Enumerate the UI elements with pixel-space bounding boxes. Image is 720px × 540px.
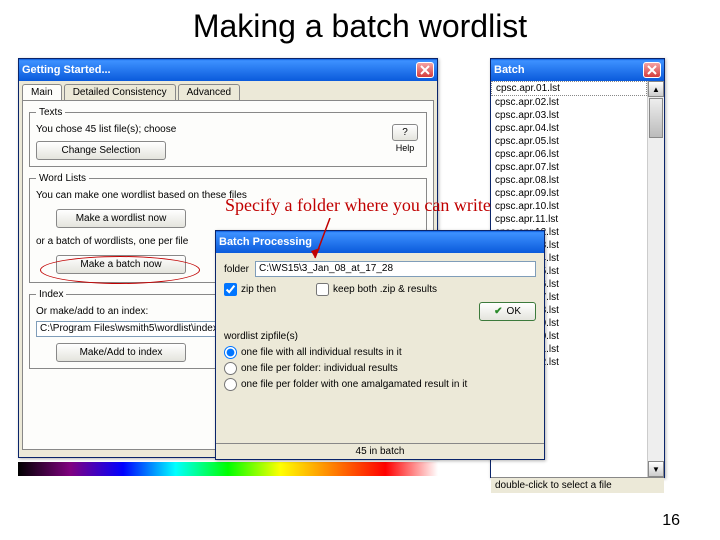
rainbow-bar: [18, 462, 438, 476]
ok-label: OK: [507, 306, 521, 317]
list-item[interactable]: cpsc.apr.10.lst: [491, 200, 647, 213]
tab-main[interactable]: Main: [22, 84, 62, 100]
annotation-text: Specify a folder where you can write: [225, 195, 491, 216]
radio1-label: one file with all individual results in …: [241, 347, 402, 358]
tab-advanced[interactable]: Advanced: [178, 84, 240, 100]
radio-one-file[interactable]: one file with all individual results in …: [224, 346, 402, 359]
tabs: Main Detailed Consistency Advanced: [19, 81, 437, 100]
close-icon[interactable]: [416, 62, 434, 78]
list-item[interactable]: cpsc.apr.07.lst: [491, 161, 647, 174]
scrollbar[interactable]: ▲ ▼: [648, 81, 664, 477]
zip-then-checkbox[interactable]: zip then: [224, 283, 276, 296]
keep-both-label: keep both .zip & results: [333, 284, 437, 295]
list-item[interactable]: cpsc.apr.09.lst: [491, 187, 647, 200]
change-selection-button[interactable]: Change Selection: [36, 141, 166, 160]
bp-status-bar: 45 in batch: [216, 443, 544, 459]
batch-processing-titlebar[interactable]: Batch Processing: [216, 231, 544, 253]
list-item[interactable]: cpsc.apr.04.lst: [491, 122, 647, 135]
keep-both-checkbox[interactable]: keep both .zip & results: [316, 283, 437, 296]
arrow-icon: [310, 218, 350, 268]
texts-status-text: You chose 45 list file(s); choose: [36, 124, 420, 135]
list-item[interactable]: cpsc.apr.05.lst: [491, 135, 647, 148]
scrollbar-track[interactable]: [648, 139, 664, 461]
scroll-up-icon[interactable]: ▲: [648, 81, 664, 97]
list-item[interactable]: cpsc.apr.03.lst: [491, 109, 647, 122]
getting-started-titlebar[interactable]: Getting Started...: [19, 59, 437, 81]
batch-titlebar[interactable]: Batch: [491, 59, 664, 81]
list-item[interactable]: cpsc.apr.11.lst: [491, 213, 647, 226]
slide-title: Making a batch wordlist: [0, 8, 720, 45]
zip-then-label: zip then: [241, 284, 276, 295]
help-label: Help: [390, 143, 420, 153]
page-number: 16: [662, 512, 680, 530]
ok-button[interactable]: ✔ OK: [479, 302, 536, 321]
wordlist-legend: Word Lists: [36, 173, 89, 184]
radio2-label: one file per folder: individual results: [241, 363, 398, 374]
radio3-label: one file per folder with one amalgamated…: [241, 379, 467, 390]
radio-per-folder-individual[interactable]: one file per folder: individual results: [224, 362, 398, 375]
help-button[interactable]: ?: [392, 124, 418, 141]
tab-detailed[interactable]: Detailed Consistency: [64, 84, 176, 100]
folder-label: folder: [224, 264, 249, 275]
list-item[interactable]: cpsc.apr.02.lst: [491, 96, 647, 109]
radio-per-folder-amalgamated[interactable]: one file per folder with one amalgamated…: [224, 378, 467, 391]
getting-started-title: Getting Started...: [22, 64, 111, 76]
texts-legend: Texts: [36, 107, 65, 118]
batch-title: Batch: [494, 64, 525, 76]
highlight-oval: [40, 256, 200, 284]
zipfiles-label: wordlist zipfile(s): [224, 331, 536, 342]
list-item[interactable]: cpsc.apr.06.lst: [491, 148, 647, 161]
texts-fieldset: Texts You chose 45 list file(s); choose …: [29, 107, 427, 167]
check-icon: ✔: [494, 306, 502, 317]
make-index-button[interactable]: Make/Add to index: [56, 343, 186, 362]
list-item[interactable]: cpsc.apr.08.lst: [491, 174, 647, 187]
scroll-down-icon[interactable]: ▼: [648, 461, 664, 477]
batch-status-bar: double-click to select a file: [491, 477, 664, 493]
index-legend: Index: [36, 289, 66, 300]
batch-processing-body: folder C:\WS15\3_Jan_08_at_17_28 zip the…: [216, 253, 544, 402]
batch-processing-window: Batch Processing folder C:\WS15\3_Jan_08…: [215, 230, 545, 460]
make-wordlist-button[interactable]: Make a wordlist now: [56, 209, 186, 228]
list-item[interactable]: cpsc.apr.01.lst: [491, 81, 647, 96]
batch-processing-title: Batch Processing: [219, 236, 312, 248]
folder-input[interactable]: C:\WS15\3_Jan_08_at_17_28: [255, 261, 536, 277]
close-icon[interactable]: [643, 62, 661, 78]
scrollbar-thumb[interactable]: [649, 98, 663, 138]
help-section: ? Help: [390, 124, 420, 153]
